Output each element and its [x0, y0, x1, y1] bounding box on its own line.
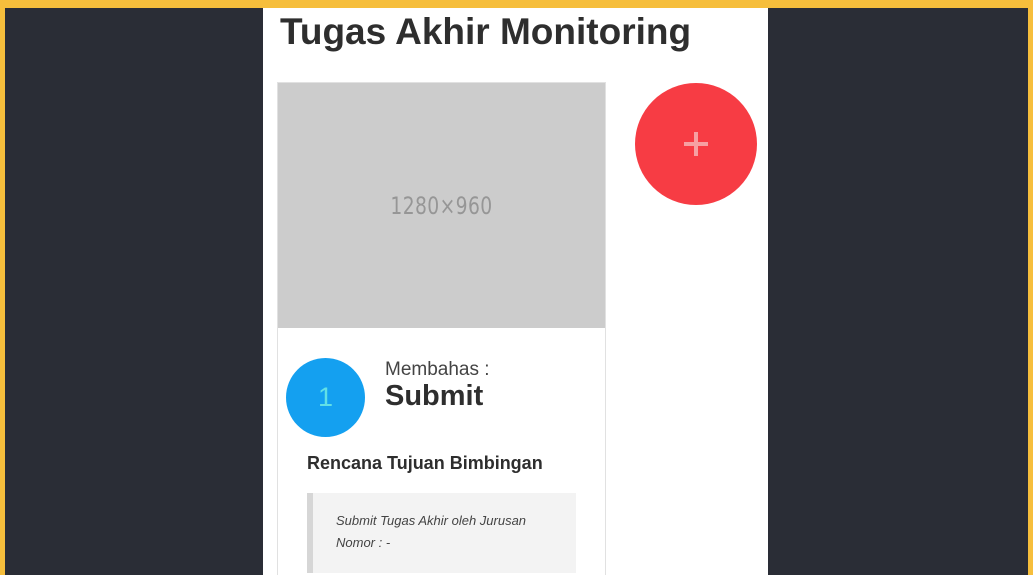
note-blockquote: Submit Tugas Akhir oleh Jurusan Nomor : …: [307, 493, 576, 573]
page-container: Tugas Akhir Monitoring 1280×960 1 Membah…: [263, 8, 768, 575]
step-number: 1: [317, 382, 334, 412]
step-number-badge: 1: [286, 358, 365, 437]
image-placeholder-label: 1280×960: [390, 191, 493, 220]
add-button[interactable]: [635, 83, 757, 205]
bimbingan-card: 1280×960 1 Membahas : Submit Rencana Tuj…: [277, 82, 606, 575]
card-image-placeholder: 1280×960: [278, 83, 605, 328]
topic-label: Membahas :: [385, 359, 490, 380]
note-line: Submit Tugas Akhir oleh Jurusan: [336, 513, 527, 528]
topic-value: Submit: [385, 380, 484, 412]
plus-icon: [684, 132, 708, 156]
note-line: Nomor : -: [336, 535, 391, 550]
section-heading: Rencana Tujuan Bimbingan: [307, 453, 543, 473]
page-title: Tugas Akhir Monitoring: [280, 11, 692, 52]
